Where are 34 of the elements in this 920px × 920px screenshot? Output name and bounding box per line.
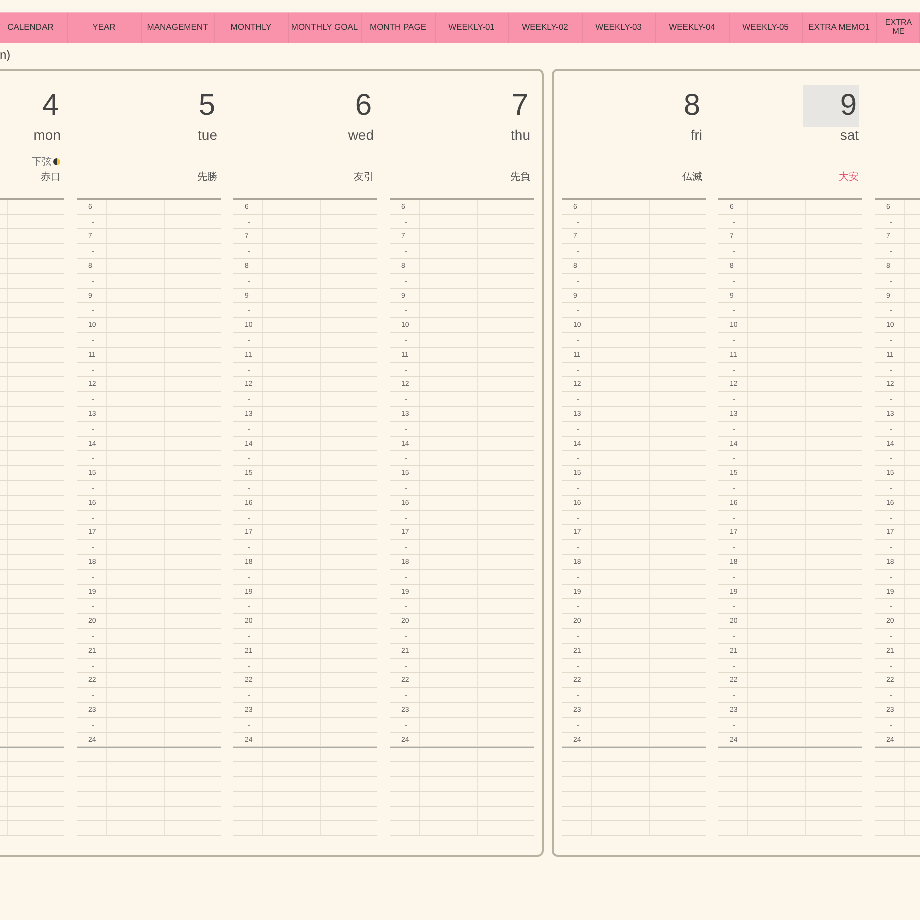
nav-tab[interactable]: WEEKLY-02 xyxy=(509,13,582,43)
date-number: 7 xyxy=(510,88,530,124)
nav-tab[interactable]: WEEKLY-03 xyxy=(582,13,656,43)
moon-phase-label: 下弦 xyxy=(32,156,52,168)
rokuyo-label: 先勝 xyxy=(198,172,218,184)
rokuyo-label: 友引 xyxy=(354,172,374,184)
rokuyo-label: 大安 xyxy=(839,172,859,184)
rokuyo-label: 先負 xyxy=(510,172,530,184)
nav-tab[interactable]: CALENDAR xyxy=(0,13,68,43)
weekday-label: thu xyxy=(511,127,530,143)
weekday-label: tue xyxy=(198,127,218,143)
weekday-label: mon xyxy=(34,127,61,143)
nav-tab[interactable]: WEEKLY-01 xyxy=(436,13,509,43)
date-number: 4 xyxy=(41,88,60,124)
nav-tab[interactable]: MONTHLY GOAL xyxy=(288,13,362,43)
weekday-label: fri xyxy=(690,127,702,143)
nav-tab[interactable]: MONTH PAGE xyxy=(362,13,436,43)
nav-tab[interactable]: WEEKLY-04 xyxy=(656,13,730,43)
date-number: 9 xyxy=(803,85,859,127)
rokuyo-label: 赤口 xyxy=(41,172,61,184)
date-number: 6 xyxy=(354,88,373,124)
nav-tab[interactable]: EXTRA MEMO1 xyxy=(803,13,876,43)
nav-tab[interactable]: WEEKLY-05 xyxy=(730,13,803,43)
weekday-label: wed xyxy=(348,127,374,143)
breadcrumb-text: n) xyxy=(0,48,11,62)
rokuyo-label: 仏滅 xyxy=(682,172,702,184)
half-moon-icon xyxy=(53,158,61,166)
nav-tab[interactable]: YEAR xyxy=(68,13,142,43)
date-number: 5 xyxy=(198,88,216,124)
date-number: 8 xyxy=(682,88,702,124)
nav-tab[interactable]: MONTHLY xyxy=(215,13,288,43)
nav-tab[interactable]: EXTRA ME xyxy=(876,13,920,43)
weekday-label: sat xyxy=(840,127,859,143)
nav-tab[interactable]: MANAGEMENT xyxy=(142,13,215,43)
